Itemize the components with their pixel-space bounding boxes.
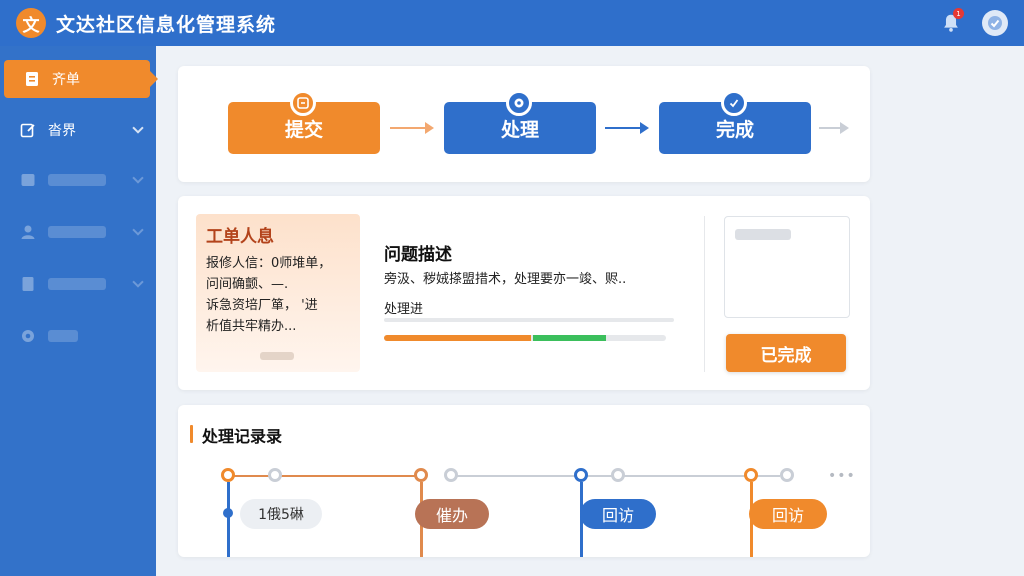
sidebar-item-label: 沓界 [48, 123, 76, 139]
user-avatar-icon [988, 16, 1002, 30]
step-process[interactable]: 处理 [444, 90, 596, 154]
gear-icon [506, 90, 532, 116]
app-title: 文达社区信息化管理系统 [56, 13, 277, 36]
step-label: 处理 [500, 118, 539, 141]
chevron-down-icon [132, 122, 144, 134]
app-logo: 文 [16, 8, 46, 38]
sidebar-item-label: 齐单 [52, 72, 80, 88]
problem-description-text: 旁汲、秽娀搽盟措术，处理要亦一竣、赆.. [384, 272, 627, 287]
timeline-segment [228, 475, 424, 477]
order-info-card: 工单人息 报修人信：0师堆单， 问间确颤、—. 诉急资培厂箪， '进 析值共牢精… [178, 196, 870, 390]
record-entry-revisit[interactable]: 回访 [749, 499, 827, 529]
order-info-footer-blurred [260, 352, 294, 360]
sidebar-item-label-blurred [48, 174, 106, 186]
progress-bar [384, 335, 666, 341]
note-textarea[interactable] [724, 216, 850, 318]
step-label: 提交 [284, 118, 323, 141]
submit-icon [290, 90, 316, 116]
order-info-line: 问间确颤、—. [206, 277, 289, 292]
sidebar-item-3[interactable] [0, 158, 156, 202]
sidebar-item-5[interactable] [0, 262, 156, 306]
avatar[interactable] [982, 10, 1008, 36]
timeline-branch [227, 482, 230, 557]
progress-label: 处理进 [384, 302, 424, 317]
chevron-down-icon [132, 172, 144, 184]
top-header: 文 文达社区信息化管理系统 1 [0, 0, 1024, 46]
gear-icon [22, 330, 34, 342]
sidebar-item-label-blurred [48, 226, 106, 238]
timeline-node [780, 468, 794, 482]
timeline-node [414, 468, 428, 482]
timeline-node [268, 468, 282, 482]
step-label: 完成 [715, 118, 754, 141]
timeline-node [221, 468, 235, 482]
order-info-title: 工单人息 [206, 227, 274, 247]
step-submit[interactable]: 提交 [228, 90, 380, 154]
order-info-line: 诉急资培厂箪， '进 [206, 298, 318, 313]
progress-fill-orange [384, 335, 531, 341]
timeline-dot [223, 508, 233, 518]
record-entry-1[interactable]: 1俄5碄 [240, 499, 322, 529]
sidebar-item-label-blurred [48, 330, 78, 342]
note-placeholder-blurred [735, 229, 791, 240]
record-entry-urge[interactable]: 催办 [415, 499, 489, 529]
order-info-box: 工单人息 报修人信：0师堆单， 问间确颤、—. 诉急资培厂箪， '进 析值共牢精… [196, 214, 360, 372]
problem-description-title: 问题描述 [384, 245, 452, 265]
check-icon [721, 90, 747, 116]
sidebar: 齐单 沓界 [0, 46, 158, 576]
timeline-node [744, 468, 758, 482]
records-card: 处理记录录 ••• 1俄5碄 催办 回访 回访 [178, 405, 870, 557]
sidebar-item-4[interactable] [0, 210, 156, 254]
edit-icon [20, 123, 35, 138]
record-entry-revisit[interactable]: 回访 [580, 499, 656, 529]
flow-arrow [390, 122, 434, 134]
completed-button[interactable]: 已完成 [726, 334, 846, 372]
timeline-segment [448, 475, 582, 477]
progress-track [384, 318, 674, 322]
timeline-node [611, 468, 625, 482]
chevron-down-icon [132, 224, 144, 236]
flow-arrow [605, 122, 649, 134]
flow-arrow [819, 122, 849, 134]
order-info-line: 报修人信：0师堆单， [206, 256, 332, 271]
workflow-card: 提交 处理 完成 [178, 66, 870, 182]
user-icon [21, 225, 35, 239]
divider [704, 216, 705, 372]
sidebar-item-orders[interactable]: 齐单 [4, 60, 158, 98]
step-complete[interactable]: 完成 [659, 90, 811, 154]
order-info-line: 析值共牢精办... [206, 319, 297, 334]
file-icon [22, 277, 34, 291]
more-icon[interactable]: ••• [828, 468, 856, 484]
chevron-down-icon [132, 276, 144, 288]
sidebar-item-label-blurred [48, 278, 106, 290]
notification-badge: 1 [953, 8, 964, 19]
timeline-node [574, 468, 588, 482]
records-title: 处理记录录 [190, 423, 282, 447]
sidebar-item-boundary[interactable]: 沓界 [0, 108, 156, 152]
progress-fill-green [533, 335, 606, 341]
document-icon [26, 72, 38, 86]
timeline-node [444, 468, 458, 482]
database-icon [21, 174, 35, 186]
sidebar-item-6[interactable] [0, 314, 156, 358]
